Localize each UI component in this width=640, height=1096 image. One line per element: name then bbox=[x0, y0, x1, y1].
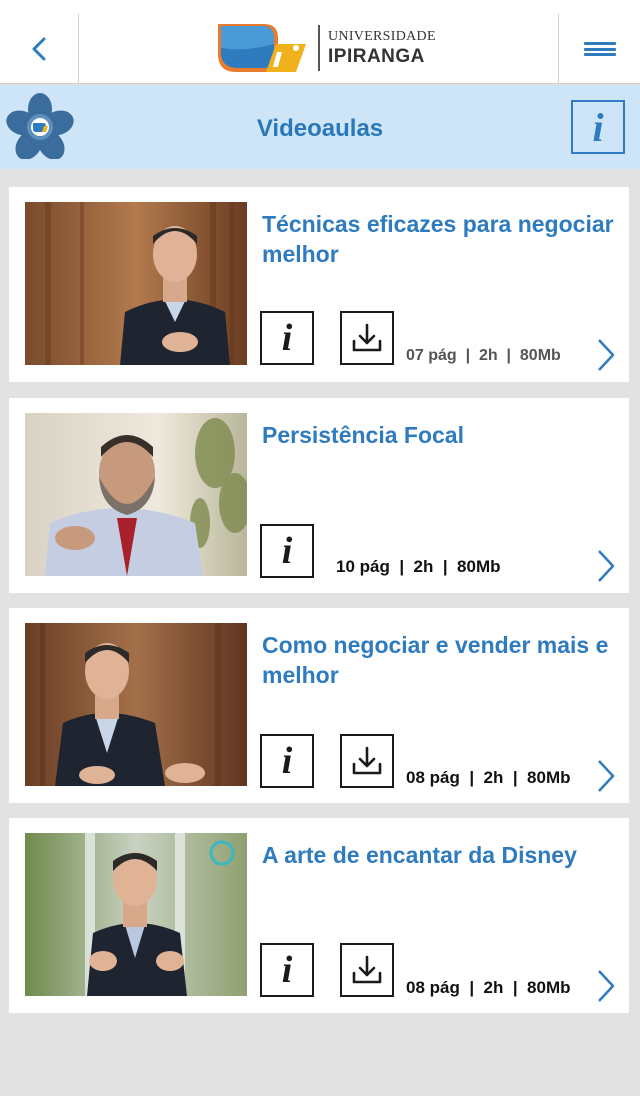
video-meta: 10 pág | 2h | 80Mb bbox=[336, 557, 501, 576]
video-thumbnail[interactable] bbox=[25, 202, 247, 365]
chevron-left-icon bbox=[32, 37, 46, 61]
menu-button[interactable] bbox=[558, 14, 640, 84]
info-button[interactable]: i bbox=[260, 524, 314, 578]
video-title[interactable]: A arte de encantar da Disney bbox=[262, 840, 617, 870]
back-button[interactable] bbox=[0, 14, 79, 84]
video-thumbnail[interactable] bbox=[25, 833, 247, 996]
video-card[interactable]: Técnicas eficazes para negociar melhor i… bbox=[9, 187, 629, 382]
logo-text-top: UNIVERSIDADE bbox=[328, 29, 436, 44]
download-button[interactable] bbox=[340, 943, 394, 997]
info-button[interactable]: i bbox=[260, 943, 314, 997]
file-size: 80Mb bbox=[519, 347, 561, 364]
duration: 2h bbox=[483, 978, 504, 997]
info-button[interactable]: i bbox=[260, 734, 314, 788]
video-title[interactable]: Técnicas eficazes para negociar melhor bbox=[262, 209, 617, 269]
file-size: 80Mb bbox=[457, 557, 501, 576]
file-size: 80Mb bbox=[527, 768, 571, 787]
download-icon bbox=[352, 955, 382, 984]
download-button[interactable] bbox=[340, 734, 394, 788]
download-button[interactable] bbox=[340, 311, 394, 365]
video-title[interactable]: Persistência Focal bbox=[262, 420, 617, 450]
section-header: Videoaulas bbox=[0, 85, 640, 169]
logo-text-bottom: IPIRANGA bbox=[328, 46, 425, 67]
video-meta: 08 pág | 2h | 80Mb bbox=[406, 978, 571, 997]
info-icon: i bbox=[281, 740, 293, 782]
info-icon: i bbox=[281, 949, 293, 991]
info-button[interactable]: i bbox=[260, 311, 314, 365]
video-card[interactable]: Como negociar e vender mais e melhor i 0… bbox=[9, 608, 629, 803]
video-card[interactable]: Persistência Focal i 10 pág | 2h | 80Mb bbox=[9, 398, 629, 593]
logo-divider bbox=[318, 25, 320, 71]
top-navigation-bar: UNIVERSIDADE IPIRANGA bbox=[0, 0, 640, 84]
chevron-right-icon[interactable] bbox=[595, 549, 617, 583]
hamburger-icon bbox=[583, 42, 616, 56]
video-thumbnail[interactable] bbox=[25, 623, 247, 786]
logo-mark-icon bbox=[218, 24, 306, 72]
pages-count: 08 pág bbox=[406, 768, 460, 787]
video-meta: 08 pág | 2h | 80Mb bbox=[406, 768, 571, 787]
info-icon: i bbox=[281, 317, 293, 359]
info-icon: i bbox=[281, 530, 293, 572]
pages-count: 07 pág bbox=[406, 347, 457, 364]
university-logo[interactable]: UNIVERSIDADE IPIRANGA bbox=[216, 22, 436, 74]
chevron-right-icon[interactable] bbox=[595, 969, 617, 1003]
file-size: 80Mb bbox=[527, 978, 571, 997]
video-title[interactable]: Como negociar e vender mais e melhor bbox=[262, 630, 617, 690]
chevron-right-icon[interactable] bbox=[595, 338, 617, 372]
pages-count: 08 pág bbox=[406, 978, 460, 997]
download-icon bbox=[352, 323, 382, 352]
duration: 2h bbox=[478, 347, 498, 364]
video-thumbnail[interactable] bbox=[25, 413, 247, 576]
video-card[interactable]: A arte de encantar da Disney i 08 pág | … bbox=[9, 818, 629, 1013]
duration: 2h bbox=[413, 557, 434, 576]
duration: 2h bbox=[483, 768, 504, 787]
download-icon bbox=[352, 746, 382, 775]
video-meta: 07 pág | 2h | 80Mb bbox=[406, 347, 561, 364]
pages-count: 10 pág bbox=[336, 557, 390, 576]
page-title: Videoaulas bbox=[256, 115, 384, 142]
logo-text: UNIVERSIDADE IPIRANGA bbox=[328, 29, 436, 67]
chevron-right-icon[interactable] bbox=[595, 759, 617, 793]
section-info-button[interactable]: i bbox=[571, 100, 625, 154]
